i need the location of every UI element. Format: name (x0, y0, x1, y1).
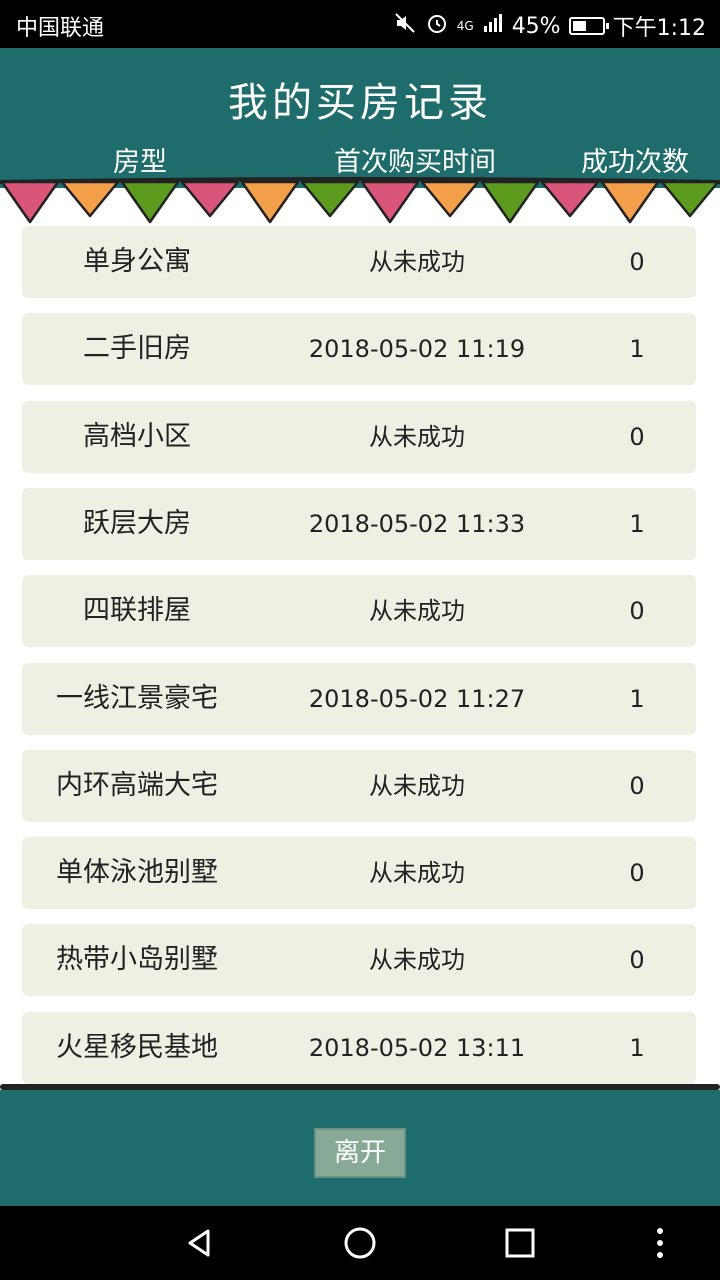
house-type-cell: 二手旧房 (83, 333, 191, 365)
success-count-cell: 1 (629, 684, 645, 713)
house-type-cell: 单身公寓 (83, 246, 191, 277)
bunting-flag (480, 180, 540, 224)
battery-icon (568, 17, 609, 35)
network-type-label: 4G (456, 19, 474, 33)
success-count-cell: 0 (629, 597, 645, 626)
first-purchase-time-cell: 从未成功 (369, 422, 465, 451)
success-count-cell: 0 (629, 946, 645, 975)
table-row: 四联排屋 从未成功 0 (22, 575, 696, 648)
bunting-flag (360, 180, 420, 224)
recents-icon[interactable] (480, 1206, 560, 1280)
first-purchase-time-cell: 2018-05-02 11:27 (308, 684, 526, 713)
first-purchase-time-cell: 2018-05-02 11:33 (308, 509, 526, 538)
house-type-cell: 四联排屋 (83, 595, 191, 627)
page-title: 我的买房记录 (228, 80, 492, 126)
first-purchase-time-cell: 2018-05-02 13:11 (308, 1033, 526, 1062)
column-header-type: 房型 (113, 147, 167, 178)
success-count-cell: 0 (629, 248, 645, 276)
bunting-flag (60, 180, 120, 218)
mute-icon (393, 11, 417, 41)
success-count-cell: 1 (629, 335, 645, 364)
first-purchase-time-cell: 从未成功 (369, 859, 465, 888)
house-type-cell: 一线江景豪宅 (56, 682, 218, 714)
success-count-cell: 0 (629, 859, 645, 888)
carrier-label: 中国联通 (16, 16, 105, 41)
bunting-flag (540, 180, 600, 218)
success-count-cell: 1 (629, 509, 645, 538)
house-type-cell: 热带小岛别墅 (56, 944, 218, 976)
home-icon[interactable] (320, 1206, 400, 1280)
table-row: 跃层大房 2018-05-02 11:33 1 (22, 487, 696, 560)
bunting-flag (600, 180, 660, 224)
table-row: 二手旧房 2018-05-02 11:19 1 (22, 313, 696, 386)
status-icons: 4G 45% 下午1:12 (393, 10, 706, 42)
alarm-icon (425, 11, 449, 41)
table-row: 单体泳池别墅 从未成功 0 (22, 837, 696, 910)
house-type-cell: 单体泳池别墅 (56, 857, 218, 889)
header: 我的买房记录 房型 首次购买时间 成功次数 (0, 48, 720, 188)
table-row: 火星移民基地 2018-05-02 13:11 1 (22, 1011, 696, 1084)
navigation-bar (0, 1206, 720, 1280)
table-row: 一线江景豪宅 2018-05-02 11:27 1 (22, 662, 696, 735)
house-type-cell: 高档小区 (83, 420, 191, 452)
more-icon[interactable] (620, 1206, 700, 1280)
table-row: 内环高端大宅 从未成功 0 (22, 749, 696, 822)
first-purchase-time-cell: 从未成功 (369, 248, 465, 276)
column-header-first-purchase-time: 首次购买时间 (334, 147, 496, 178)
first-purchase-time-cell: 2018-05-02 11:19 (308, 335, 526, 364)
table-row: 热带小岛别墅 从未成功 0 (22, 924, 696, 997)
battery-percent: 45% (511, 13, 561, 39)
first-purchase-time-cell: 从未成功 (369, 946, 465, 975)
table-row: 单身公寓 从未成功 0 (22, 226, 696, 298)
footer: 离开 (0, 1090, 720, 1206)
success-count-cell: 1 (629, 1033, 645, 1062)
house-type-cell: 火星移民基地 (56, 1031, 218, 1063)
bunting-flag (660, 180, 720, 218)
bunting-flag (420, 180, 480, 218)
leave-button[interactable]: 离开 (314, 1128, 406, 1178)
bunting-flag (240, 180, 300, 224)
clock: 下午1:12 (612, 16, 706, 41)
status-bar: 中国联通 4G 45% 下午1:12 (0, 0, 720, 48)
house-type-cell: 内环高端大宅 (56, 769, 218, 801)
record-list[interactable]: 单身公寓 从未成功 0 二手旧房 2018-05-02 11:19 1 高档小区 从未成功 0 跃… (0, 210, 720, 1088)
signal-icon (482, 12, 504, 40)
table-row: 高档小区 从未成功 0 (22, 400, 696, 473)
back-icon[interactable] (160, 1206, 240, 1280)
bunting-flag (120, 180, 180, 224)
bunting-decoration (0, 177, 720, 224)
column-header-success-count: 成功次数 (581, 147, 689, 178)
bunting-flag (180, 180, 240, 218)
success-count-cell: 0 (629, 771, 645, 800)
bunting-flag (300, 180, 360, 218)
success-count-cell: 0 (629, 422, 645, 451)
bunting-flag (0, 180, 60, 224)
house-type-cell: 跃层大房 (83, 507, 191, 539)
first-purchase-time-cell: 从未成功 (369, 597, 465, 626)
first-purchase-time-cell: 从未成功 (369, 771, 465, 800)
